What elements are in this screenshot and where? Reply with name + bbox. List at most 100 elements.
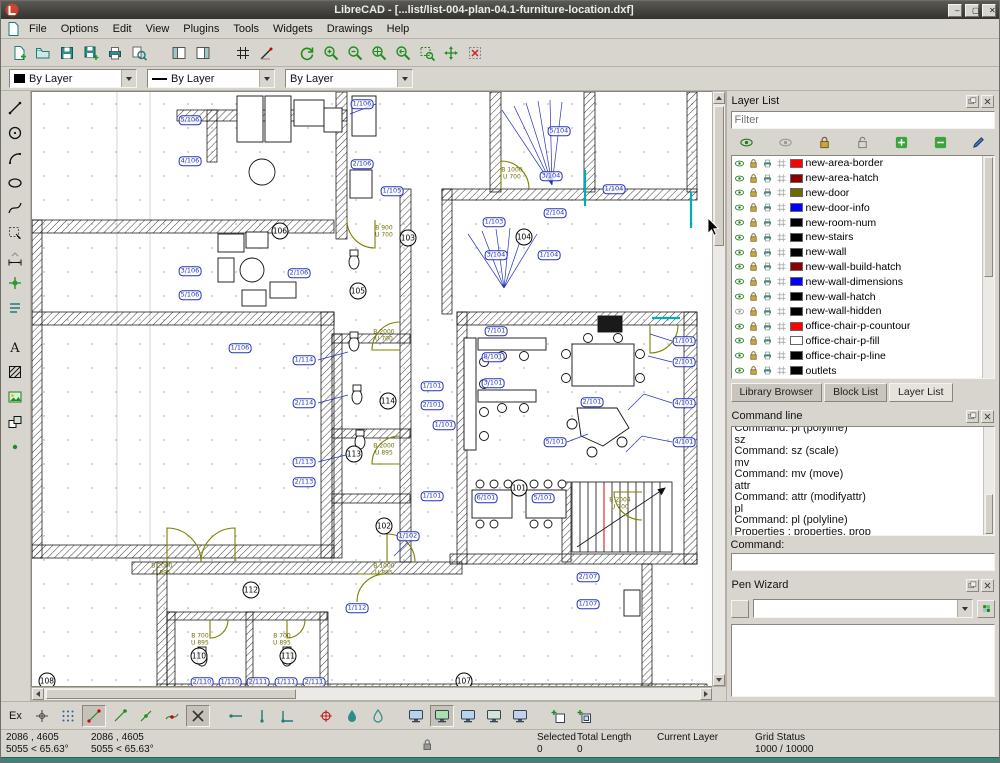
eye-green-icon[interactable]	[734, 173, 745, 184]
zoom-window-button[interactable]	[415, 41, 439, 65]
zoom-redraw-button[interactable]	[295, 41, 319, 65]
eye-green-icon[interactable]	[734, 365, 745, 376]
construction-icon[interactable]	[776, 335, 787, 346]
print-small-icon[interactable]	[762, 291, 773, 302]
lock-icon[interactable]	[748, 350, 759, 361]
print-small-icon[interactable]	[762, 202, 773, 213]
eye-green-icon[interactable]	[734, 217, 745, 228]
save-button[interactable]	[55, 41, 79, 65]
text-tool-button[interactable]: A	[2, 335, 28, 359]
snap-middle-button[interactable]	[134, 705, 158, 727]
eye-green-icon[interactable]	[734, 187, 745, 198]
modify-tool-button[interactable]	[2, 271, 28, 295]
layer-filter-input[interactable]	[731, 111, 995, 129]
construction-icon[interactable]	[776, 291, 787, 302]
print-small-icon[interactable]	[762, 335, 773, 346]
print-small-icon[interactable]	[762, 217, 773, 228]
select-tool-button[interactable]	[2, 221, 28, 245]
vertical-scrollbar[interactable]	[712, 91, 726, 687]
spline-tool-button[interactable]	[2, 196, 28, 220]
chevron-down-icon[interactable]	[121, 70, 136, 87]
eye-green-icon[interactable]	[734, 350, 745, 361]
lock-icon[interactable]	[748, 335, 759, 346]
menu-drawings[interactable]: Drawings	[320, 21, 380, 37]
layer-row[interactable]: new-area-border	[732, 156, 994, 171]
construction-icon[interactable]	[776, 350, 787, 361]
print-small-icon[interactable]	[762, 187, 773, 198]
layer-row[interactable]: new-wall-build-hatch	[732, 260, 994, 275]
close-button[interactable]: ✕	[982, 4, 996, 17]
layer-scroll-thumb[interactable]	[984, 157, 993, 277]
monitor-1-button[interactable]	[404, 705, 428, 727]
layer-row[interactable]: office-chair-p-line	[732, 348, 994, 363]
lock-icon[interactable]	[748, 365, 759, 376]
lock-icon[interactable]	[748, 187, 759, 198]
dock-left-button[interactable]	[167, 41, 191, 65]
layer-row[interactable]: new-stairs	[732, 230, 994, 245]
construction-icon[interactable]	[776, 202, 787, 213]
eye-green-icon[interactable]	[734, 335, 745, 346]
menu-tools[interactable]: Tools	[226, 21, 266, 37]
lock-icon[interactable]	[748, 291, 759, 302]
layer-add-button[interactable]	[887, 132, 915, 152]
pen-wizard-list[interactable]	[731, 624, 995, 697]
construction-icon[interactable]	[776, 321, 787, 332]
dock-right-button[interactable]	[191, 41, 215, 65]
monitor-5-button[interactable]	[508, 705, 532, 727]
lock-icon[interactable]	[748, 217, 759, 228]
snap-end-button[interactable]	[108, 705, 132, 727]
layer-row[interactable]: outlets	[732, 363, 994, 378]
print-small-icon[interactable]	[762, 306, 773, 317]
chevron-down-icon[interactable]	[259, 70, 274, 87]
circle-tool-button[interactable]	[2, 121, 28, 145]
menu-file[interactable]: File	[22, 21, 54, 37]
layer-row[interactable]: new-door	[732, 186, 994, 201]
save-as-button[interactable]	[79, 41, 103, 65]
unlock-button[interactable]	[849, 132, 877, 152]
layer-row[interactable]: office-chair-p-countour	[732, 319, 994, 334]
print-preview-button[interactable]	[127, 41, 151, 65]
dock-float-button[interactable]	[966, 579, 979, 592]
drawing-canvas[interactable]: 5/1061/1064/1062/1061/1055/1043/1042/104…	[31, 91, 713, 687]
zoom-previous-button[interactable]	[391, 41, 415, 65]
construction-icon[interactable]	[776, 276, 787, 287]
tab-library-browser[interactable]: Library Browser	[731, 383, 823, 402]
info-tool-button[interactable]	[2, 296, 28, 320]
eye-green-icon[interactable]	[734, 202, 745, 213]
dock-float-button[interactable]	[966, 410, 979, 423]
print-small-icon[interactable]	[762, 261, 773, 272]
eye-green-button[interactable]	[733, 132, 761, 152]
snap-entity-button[interactable]	[160, 705, 184, 727]
lock-icon[interactable]	[748, 158, 759, 169]
layer-edit-button[interactable]	[965, 132, 993, 152]
eye-green-icon[interactable]	[734, 291, 745, 302]
layer-row[interactable]: new-room-num	[732, 215, 994, 230]
scroll-left-button[interactable]	[32, 688, 44, 700]
lock-icon[interactable]	[748, 276, 759, 287]
pen-wizard-combo[interactable]	[753, 599, 973, 618]
print-small-icon[interactable]	[762, 173, 773, 184]
print-small-icon[interactable]	[762, 158, 773, 169]
relative-zero-button[interactable]	[314, 705, 338, 727]
eye-green-icon[interactable]	[734, 261, 745, 272]
command-scroll-thumb[interactable]	[985, 494, 993, 534]
eye-green-icon[interactable]	[734, 321, 745, 332]
menu-view[interactable]: View	[139, 21, 177, 37]
eye-green-icon[interactable]	[734, 232, 745, 243]
eye-green-icon[interactable]	[734, 158, 745, 169]
deselect-button[interactable]	[463, 41, 487, 65]
eye-gray-icon[interactable]	[734, 306, 745, 317]
eye-green-icon[interactable]	[734, 247, 745, 258]
lock-icon[interactable]	[748, 202, 759, 213]
lock-icon[interactable]	[748, 321, 759, 332]
snap-x-button[interactable]	[186, 705, 210, 727]
layer-row[interactable]: new-wall	[732, 245, 994, 260]
doc-new-button[interactable]	[7, 41, 31, 65]
maximize-button[interactable]: ▢	[965, 4, 979, 17]
pen-width-combo[interactable]: By Layer	[147, 69, 275, 88]
win-add-2-button[interactable]	[572, 705, 596, 727]
monitor-4-button[interactable]	[482, 705, 506, 727]
construction-icon[interactable]	[776, 261, 787, 272]
layer-row[interactable]: new-wall-hidden	[732, 304, 994, 319]
pen-wizard-options-button[interactable]	[731, 600, 749, 618]
